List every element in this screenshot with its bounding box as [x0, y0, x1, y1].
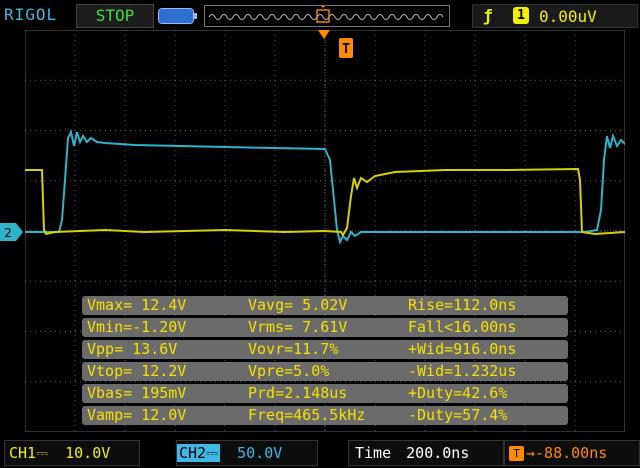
measurement-value: Vpre=5.0%	[248, 362, 330, 380]
measurement-value: +Wid=916.0ns	[408, 340, 517, 358]
trigger-level-value: 0.00uV	[539, 7, 597, 26]
trigger-source-badge: 1	[513, 7, 529, 24]
timebase-value: 200.0ns	[406, 444, 470, 462]
measurement-value: Vovr=11.7%	[248, 340, 339, 358]
measurement-value: Prd=2.148us	[248, 384, 348, 402]
measurement-value: Freq=465.5kHz	[248, 406, 366, 424]
measurement-value: +Duty=42.6%	[408, 384, 508, 402]
run-stop-status[interactable]: STOP	[76, 4, 154, 28]
measurement-value: Fall<16.00ns	[408, 318, 517, 336]
measurement-value: Vrms= 7.61V	[248, 318, 348, 336]
ch1-label: CH1	[9, 444, 37, 462]
measurement-value: Rise=112.0ns	[408, 296, 517, 314]
ch2-ground-marker-label: 2	[4, 226, 11, 240]
measurement-row: Vtop= 12.2V Vpre=5.0% -Wid=1.232us	[82, 362, 568, 381]
measurement-value: Vtop= 12.2V	[87, 362, 187, 380]
ch2-label-text: CH2	[179, 444, 207, 462]
memory-waveform-icon	[208, 4, 444, 23]
measurement-row: Vmin=-1.20V Vrms= 7.61V Fall<16.00ns	[82, 318, 568, 337]
measurement-value: Vbas= 195mV	[87, 384, 187, 402]
ch2-label: CH2⎓	[177, 444, 221, 462]
trigger-info-panel[interactable]: ƒ 1 0.00uV	[472, 4, 638, 28]
trigger-offset-icon: T	[509, 446, 524, 461]
ch2-ground-marker[interactable]: 2	[0, 222, 24, 242]
measurement-row: Vmax= 12.4V Vavg= 5.02V Rise=112.0ns	[82, 296, 568, 315]
measurement-value: Vmax= 12.4V	[87, 296, 187, 314]
trigger-offset-box[interactable]: T →-88.00ns	[504, 440, 640, 466]
ch1-scale-box[interactable]: CH1⎓ 10.0V	[4, 440, 140, 466]
dc-coupling-icon: ⎓	[206, 444, 219, 462]
measurement-panel: Vmax= 12.4V Vavg= 5.02V Rise=112.0ns Vmi…	[82, 296, 572, 430]
measurement-value: -Duty=57.4%	[408, 406, 508, 424]
measurement-row: Vpp= 13.6V Vovr=11.7% +Wid=916.0ns	[82, 340, 568, 359]
measurement-value: -Wid=1.232us	[408, 362, 517, 380]
measurement-value: Vamp= 12.0V	[87, 406, 187, 424]
bottom-status-bar: CH1⎓ 10.0V CH2⎓ 50.0V Time 200.0ns T →-88…	[0, 436, 640, 468]
measurement-value: Vmin=-1.20V	[87, 318, 187, 336]
rising-edge-icon: ƒ	[483, 6, 493, 25]
timebase-box[interactable]: Time 200.0ns	[348, 440, 504, 466]
measurement-row: Vamp= 12.0V Freq=465.5kHz -Duty=57.4%	[82, 406, 568, 425]
measurement-value: Vavg= 5.02V	[248, 296, 348, 314]
trigger-offset-value: →-88.00ns	[526, 444, 608, 462]
ch2-scale-box[interactable]: CH2⎓ 50.0V	[176, 440, 318, 466]
trigger-position-marker[interactable]	[318, 30, 330, 39]
ch2-scale-value: 50.0V	[237, 444, 283, 462]
time-label: Time	[355, 444, 392, 462]
brand-logo: RIGOL	[4, 5, 58, 24]
memory-depth-bar	[204, 4, 450, 27]
measurement-row: Vbas= 195mV Prd=2.148us +Duty=42.6%	[82, 384, 568, 403]
dc-coupling-icon: ⎓	[36, 444, 49, 462]
battery-icon	[158, 8, 197, 24]
ch1-scale-value: 10.0V	[65, 444, 111, 462]
trigger-level-marker-label: T	[342, 42, 350, 57]
top-status-bar: RIGOL STOP ƒ 1 0.00uV	[0, 0, 640, 30]
measurement-value: Vpp= 13.6V	[87, 340, 178, 358]
